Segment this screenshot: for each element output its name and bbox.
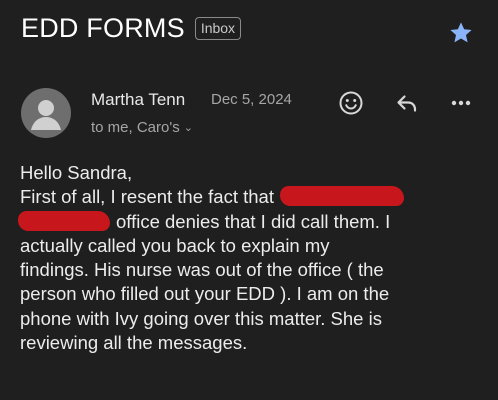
body-line-with-redaction: office denies that I did call them. I [18,210,482,234]
emoji-reaction-icon[interactable] [336,88,366,118]
body-line-text: First of all, I resent the fact that [20,186,274,208]
reply-icon[interactable] [392,88,422,118]
inbox-label-chip[interactable]: Inbox [194,16,242,40]
sender-name[interactable]: Martha Tenn [91,90,185,110]
body-line: reviewing all the messages. [20,332,248,354]
body-line-text: office denies that I did call them. I [116,210,391,232]
body-line: findings. His nurse was out of the offic… [20,259,384,281]
body-line: phone with Ivy going over this matter. S… [20,307,382,329]
redaction-mark [279,186,404,207]
recipients-toggle[interactable]: to me, Caro's ⌄ [91,119,193,136]
avatar-placeholder-icon [31,100,61,130]
body-line: person who filled out your EDD ). I am o… [20,283,390,305]
more-options-icon[interactable] [446,88,476,118]
email-subject: EDD FORMS [21,12,185,43]
email-body: Hello Sandra, First of all, I resent the… [18,161,482,355]
redaction-mark [18,210,110,231]
email-date: Dec 5, 2024 [211,91,292,108]
sender-header: Martha Tenn Dec 5, 2024 to me, Caro's ⌄ [21,88,478,140]
body-line: Hello Sandra, [20,162,133,183]
body-line-with-redaction: First of all, I resent the fact that [20,185,482,209]
chevron-down-icon: ⌄ [183,122,193,134]
body-line: actually called you back to explain my [20,234,330,256]
avatar[interactable] [21,88,71,138]
subject-row: EDD FORMS Inbox [21,10,478,46]
recipients-text: to me, Caro's [91,119,180,136]
star-icon[interactable] [448,20,474,46]
